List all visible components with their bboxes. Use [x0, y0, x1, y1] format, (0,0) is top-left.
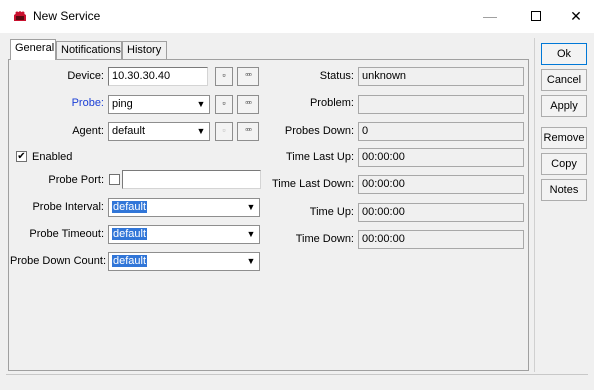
problem-field [358, 95, 524, 114]
minimize-button[interactable]: — [468, 0, 512, 33]
probe-interval-label: Probe Interval: [32, 201, 104, 213]
remove-button[interactable]: Remove [541, 127, 587, 149]
agent-select[interactable]: default ▼ [108, 122, 210, 141]
agent-label: Agent: [72, 125, 104, 137]
tab-notifications[interactable]: Notifications [56, 41, 122, 59]
enabled-checkbox[interactable]: ✔ [16, 151, 27, 162]
probes-down-field: 0 [358, 122, 524, 141]
status-field: unknown [358, 67, 524, 86]
time-up-field: 00:00:00 [358, 203, 524, 222]
agent-browse-button[interactable]: ▫▫▫ [237, 122, 259, 141]
chevron-down-icon: ▼ [246, 256, 256, 266]
maximize-icon [531, 10, 541, 21]
notes-button[interactable]: Notes [541, 179, 587, 201]
cancel-button[interactable]: Cancel [541, 69, 587, 91]
probe-label[interactable]: Probe: [40, 97, 104, 109]
maximize-button[interactable] [514, 0, 558, 33]
chevron-down-icon: ▼ [246, 229, 256, 239]
device-single-button[interactable]: ▫ [215, 67, 233, 86]
new-service-window: New Service — ✕ General Notifications Hi… [0, 0, 594, 390]
enabled-label: Enabled [32, 151, 73, 163]
ok-button[interactable]: Ok [541, 43, 587, 65]
probes-down-label: Probes Down: [284, 125, 354, 137]
copy-button[interactable]: Copy [541, 153, 587, 175]
device-field[interactable]: 10.30.30.40 [108, 67, 208, 86]
time-up-label: Time Up: [309, 206, 354, 218]
probe-interval-select[interactable]: default ▼ [108, 198, 260, 217]
probe-single-button[interactable]: ▫ [215, 95, 233, 114]
chevron-down-icon: ▼ [246, 202, 256, 212]
time-last-up-label: Time Last Up: [285, 151, 354, 163]
time-down-label: Time Down: [295, 233, 354, 245]
time-down-field: 00:00:00 [358, 230, 524, 249]
probe-timeout-select[interactable]: default ▼ [108, 225, 260, 244]
chevron-down-icon: ▼ [196, 99, 206, 109]
close-button[interactable]: ✕ [558, 0, 594, 33]
time-last-down-field: 00:00:00 [358, 175, 524, 194]
tab-general[interactable]: General [10, 39, 56, 60]
problem-label: Problem: [309, 97, 354, 109]
tab-history[interactable]: History [122, 41, 167, 59]
status-bar [6, 374, 588, 390]
app-icon [14, 11, 26, 21]
probe-port-checkbox[interactable] [109, 174, 120, 185]
chevron-down-icon: ▼ [196, 126, 206, 136]
probe-select[interactable]: ping ▼ [108, 95, 210, 114]
window-title: New Service [33, 9, 101, 23]
time-last-down-label: Time Last Down: [272, 178, 355, 190]
device-label: Device: [67, 70, 104, 82]
probe-down-count-value: default [112, 255, 148, 267]
probe-browse-button[interactable]: ▫▫▫ [237, 95, 259, 114]
probe-interval-value: default [112, 201, 148, 213]
agent-single-button[interactable]: ▫ [215, 122, 233, 141]
status-label: Status: [319, 70, 354, 82]
probe-port-label: Probe Port: [48, 174, 104, 186]
probe-port-field[interactable] [122, 170, 261, 189]
probe-down-count-label: Probe Down Count: [10, 255, 106, 267]
probe-value: ping [112, 98, 133, 110]
probe-timeout-label: Probe Timeout: [29, 228, 104, 240]
button-column-divider [534, 38, 535, 372]
probe-timeout-value: default [112, 228, 148, 240]
time-last-up-field: 00:00:00 [358, 148, 524, 167]
title-bar[interactable]: New Service — ✕ [0, 0, 594, 33]
apply-button[interactable]: Apply [541, 95, 587, 117]
device-browse-button[interactable]: ▫▫▫ [237, 67, 259, 86]
agent-value: default [112, 125, 146, 137]
probe-down-count-select[interactable]: default ▼ [108, 252, 260, 271]
